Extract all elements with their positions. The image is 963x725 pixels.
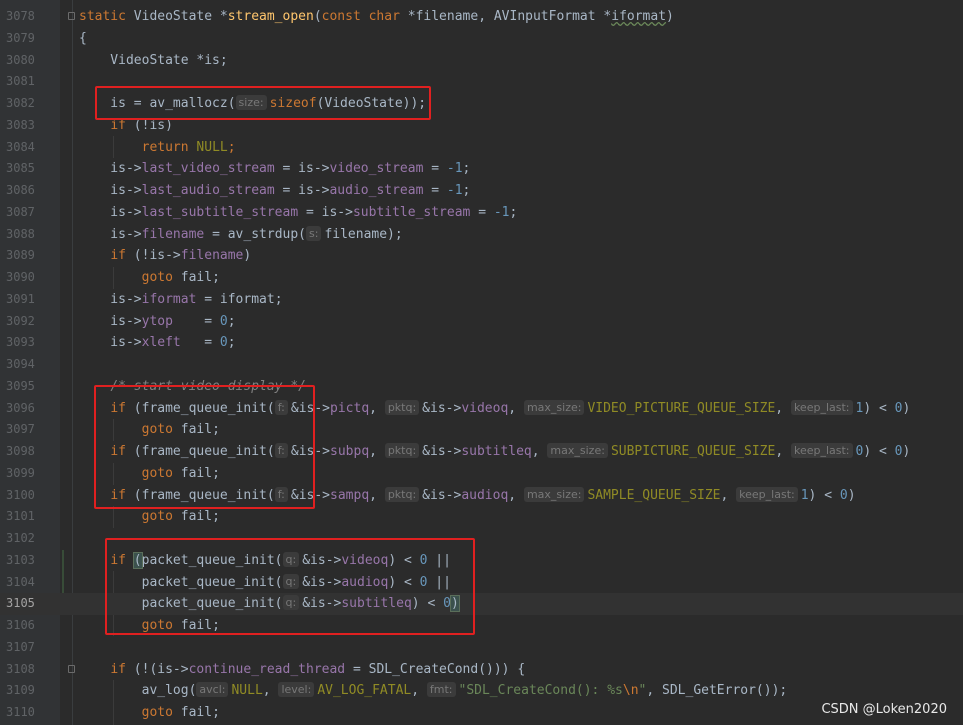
fold-toggle-icon[interactable] [68,12,75,20]
watermark-text: CSDN @Loken2020 [821,702,947,717]
line-number[interactable]: 3090 [6,267,44,289]
line-number[interactable]: 3092 [6,311,44,333]
highlight-box-mallocz [95,86,431,120]
code-line[interactable]: 3078 static VideoState *stream_open(const… [0,6,963,28]
line-number[interactable]: 3093 [6,332,44,354]
code-text[interactable]: VideoState *is; [79,50,227,72]
line-number[interactable]: 3105 [6,593,44,615]
line-number[interactable]: 3089 [6,245,44,267]
code-line[interactable]: 3089 if (!is->filename) [0,245,963,267]
parameter-hint: max_size: [523,399,585,415]
code-line[interactable]: 3093 is->xleft = 0; [0,332,963,354]
parameter-hint: level: [278,682,315,698]
highlight-box-packet-queue-init [105,538,475,635]
line-number[interactable]: 3083 [6,115,44,137]
code-line[interactable]: 3079 { [0,28,963,50]
line-number[interactable]: 3107 [6,637,44,659]
line-number[interactable]: 3098 [6,441,44,463]
code-line[interactable]: 3080 VideoState *is; [0,50,963,72]
line-number[interactable]: 3087 [6,202,44,224]
code-line[interactable]: 3109 av_log(avcl: NULL, level: AV_LOG_FATA… [0,680,963,702]
line-number[interactable]: 3086 [6,180,44,202]
code-line[interactable]: 3110 goto fail; [0,702,963,724]
code-text[interactable]: goto fail; [79,506,220,528]
code-line[interactable]: 3085 is->last_video_stream = is->video_s… [0,158,963,180]
parameter-hint: s: [306,225,322,241]
line-number[interactable]: 3094 [6,354,44,376]
code-line[interactable]: 3108 if (!(is->continue_read_thread = SD… [0,659,963,681]
line-number[interactable]: 3095 [6,376,44,398]
code-text[interactable]: if (!(is->continue_read_thread = SDL_Cre… [79,659,525,681]
code-text[interactable]: if (!is->filename) [79,245,251,267]
code-text[interactable]: is->iformat = iformat; [79,289,282,311]
code-text[interactable]: is->last_audio_stream = is->audio_stream… [79,180,470,202]
code-text[interactable]: return NULL; [79,137,236,159]
parameter-hint: pktq: [384,443,420,458]
line-number[interactable]: 3101 [6,506,44,528]
code-text[interactable]: is->xleft = 0; [79,332,235,354]
line-number[interactable]: 3081 [6,71,44,93]
code-line[interactable]: 3107 [0,637,963,659]
line-number[interactable]: 3106 [6,615,44,637]
line-number[interactable]: 3103 [6,550,44,572]
line-number[interactable]: 3097 [6,419,44,441]
line-number[interactable]: 3099 [6,463,44,485]
line-number[interactable]: 3102 [6,528,44,550]
code-line[interactable]: 3101 goto fail; [0,506,963,528]
code-text[interactable]: is->filename = av_strdup(s: filename); [79,224,403,246]
parameter-hint: max_size: [523,486,585,502]
line-number[interactable]: 3091 [6,289,44,311]
code-text[interactable]: is->last_video_stream = is->video_stream… [79,158,470,180]
parameter-hint: pktq: [384,399,420,415]
line-number[interactable]: 3088 [6,224,44,246]
line-number[interactable]: 3084 [6,137,44,159]
code-text[interactable]: static VideoState *stream_open(const cha… [79,6,674,28]
line-number[interactable]: 3110 [6,702,44,724]
parameter-hint: keep_last: [736,486,798,502]
line-number[interactable]: 3085 [6,158,44,180]
line-number[interactable]: 3096 [6,398,44,420]
code-line[interactable]: 3086 is->last_audio_stream = is->audio_s… [0,180,963,202]
code-text[interactable]: goto fail; [79,267,220,289]
code-line[interactable]: 3094 [0,354,963,376]
code-line[interactable]: 3088 is->filename = av_strdup(s: filename… [0,224,963,246]
code-text[interactable]: is->ytop = 0; [79,311,235,333]
parameter-hint: keep_last: [790,443,853,458]
code-line[interactable]: 3087 is->last_subtitle_stream = is->subt… [0,202,963,224]
line-number[interactable]: 3080 [6,50,44,72]
code-line[interactable]: 3091 is->iformat = iformat; [0,289,963,311]
parameter-hint: keep_last: [790,399,853,415]
code-editor[interactable]: 3078 static VideoState *stream_open(const… [0,0,963,725]
code-line[interactable]: 3092 is->ytop = 0; [0,311,963,333]
line-number[interactable]: 3079 [6,28,44,50]
line-number[interactable]: 3078 [6,6,44,28]
line-number[interactable]: 3082 [6,93,44,115]
parameter-hint: fmt: [426,682,456,698]
code-text[interactable]: av_log(avcl: NULL, level: AV_LOG_FATAL, fm… [79,680,787,702]
parameter-hint: pktq: [384,486,420,502]
code-line[interactable]: 3090 goto fail; [0,267,963,289]
line-number[interactable]: 3109 [6,680,44,702]
code-text[interactable]: is->last_subtitle_stream = is->subtitle_… [79,202,517,224]
line-number[interactable]: 3108 [6,659,44,681]
fold-toggle-icon[interactable] [68,664,75,673]
parameter-hint: max_size: [547,443,608,458]
line-number[interactable]: 3104 [6,572,44,594]
line-number[interactable]: 3100 [6,485,44,507]
highlight-box-frame-queue-init [94,385,315,509]
code-text[interactable]: { [79,28,87,50]
code-line[interactable]: 3084 return NULL; [0,137,963,159]
code-text[interactable]: goto fail; [79,702,220,724]
parameter-hint: avcl: [196,682,229,698]
